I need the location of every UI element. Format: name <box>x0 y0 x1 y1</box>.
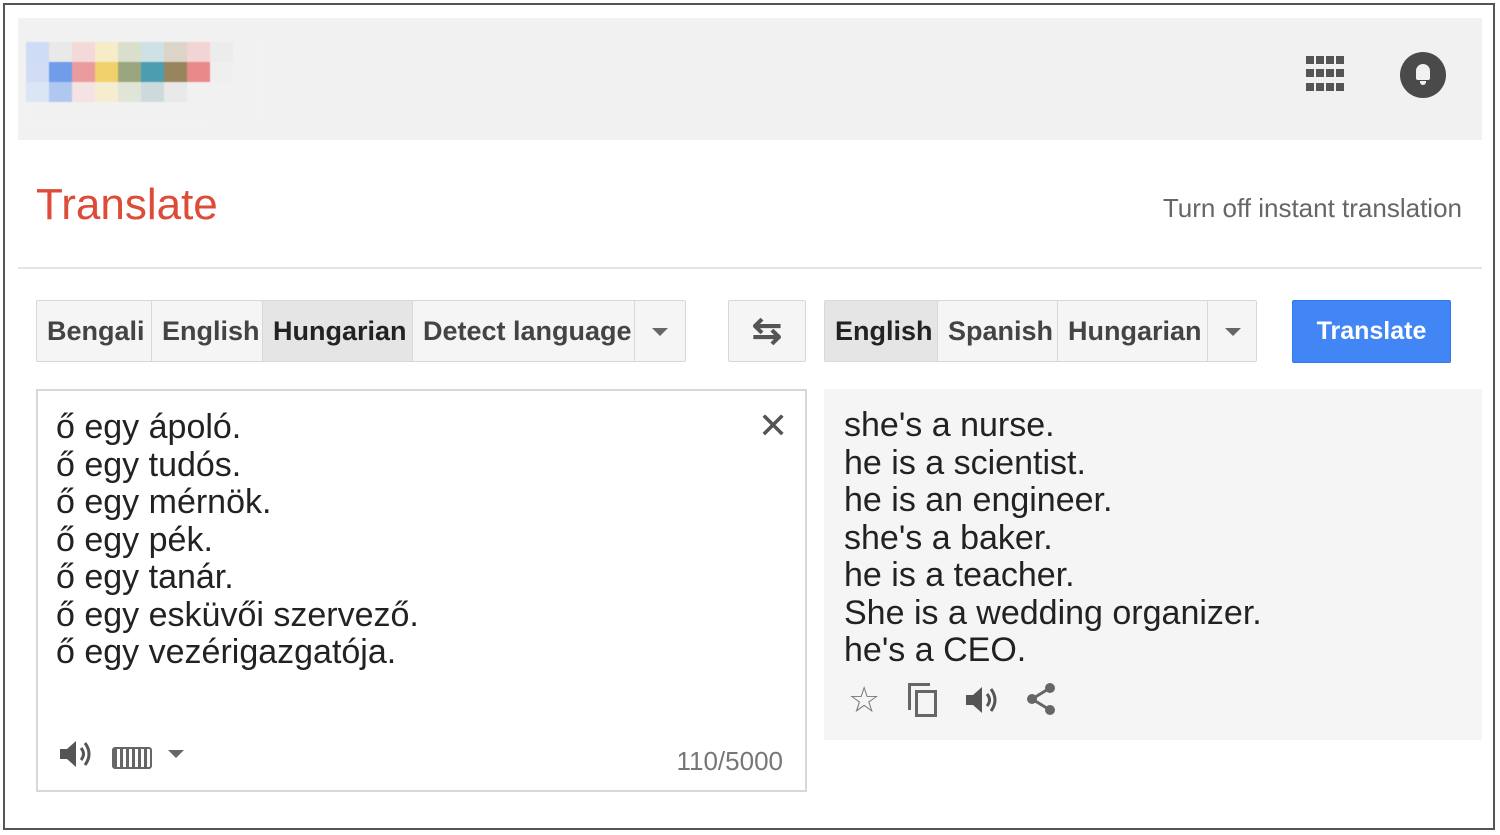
logo-tile <box>187 62 210 82</box>
logo-tile <box>233 82 256 102</box>
logo-tile <box>164 42 187 62</box>
divider <box>18 267 1482 269</box>
clear-icon[interactable]: ✕ <box>758 405 788 447</box>
logo-tile <box>187 82 210 102</box>
logo-tile <box>95 82 118 102</box>
translate-button[interactable]: Translate <box>1292 300 1451 363</box>
keyboard-icon[interactable] <box>112 747 152 769</box>
logo-tile <box>164 82 187 102</box>
logo-tile <box>187 42 210 62</box>
page-title: Translate <box>36 180 218 229</box>
logo-tile <box>164 102 187 122</box>
logo-tile <box>95 42 118 62</box>
logo-tile <box>95 102 118 122</box>
target-language-bar: English Spanish Hungarian <box>824 300 1257 362</box>
target-speaker-icon[interactable] <box>964 683 1002 717</box>
target-lang-spanish[interactable]: Spanish <box>938 301 1058 361</box>
logo-tile <box>210 62 233 82</box>
logo-tile <box>118 102 141 122</box>
source-lang-english[interactable]: English <box>152 301 263 361</box>
logo-tile <box>210 102 233 122</box>
source-lang-dropdown-icon[interactable] <box>635 301 685 361</box>
logo-tile <box>26 62 49 82</box>
logo-tile <box>49 82 72 102</box>
swap-languages-icon[interactable]: ⇆ <box>728 300 806 362</box>
translation-result-box: she's a nurse. he is a scientist. he is … <box>824 389 1482 740</box>
keyboard-dropdown-icon[interactable] <box>168 750 184 758</box>
source-speaker-icon[interactable] <box>58 737 96 771</box>
logo-tile <box>49 42 72 62</box>
source-lang-hungarian[interactable]: Hungarian <box>263 301 413 361</box>
instant-translation-link[interactable]: Turn off instant translation <box>1163 193 1462 224</box>
source-lang-bengali[interactable]: Bengali <box>37 301 152 361</box>
logo-tile <box>210 82 233 102</box>
logo-tile <box>118 42 141 62</box>
apps-grid-icon[interactable] <box>1306 56 1344 94</box>
target-lang-hungarian[interactable]: Hungarian <box>1058 301 1208 361</box>
logo-tile <box>26 82 49 102</box>
source-text[interactable]: ő egy ápoló. ő egy tudós. ő egy mérnök. … <box>56 408 419 672</box>
logo-tile <box>141 102 164 122</box>
target-lang-dropdown-icon[interactable] <box>1208 301 1256 361</box>
logo-tile <box>141 62 164 82</box>
source-language-bar: Bengali English Hungarian Detect languag… <box>36 300 686 362</box>
logo-tile <box>26 102 49 122</box>
copy-icon[interactable] <box>908 683 938 717</box>
logo-tile <box>95 62 118 82</box>
logo-tile <box>72 42 95 62</box>
source-lang-detect[interactable]: Detect language <box>413 301 635 361</box>
logo-tile <box>26 42 49 62</box>
source-text-box[interactable]: ő egy ápoló. ő egy tudós. ő egy mérnök. … <box>36 389 807 792</box>
translated-text: she's a nurse. he is a scientist. he is … <box>844 406 1262 669</box>
logo-tile <box>118 82 141 102</box>
logo-tile <box>187 102 210 122</box>
character-counter: 110/5000 <box>676 746 783 776</box>
logo-tile <box>210 42 233 62</box>
share-icon[interactable] <box>1024 681 1058 717</box>
bell-icon[interactable] <box>1400 52 1446 98</box>
logo-tile <box>49 102 72 122</box>
target-lang-english[interactable]: English <box>825 301 938 361</box>
logo-tile <box>72 62 95 82</box>
logo-tile <box>233 102 256 122</box>
logo[interactable] <box>26 42 258 122</box>
logo-tile <box>141 82 164 102</box>
logo-tile <box>233 62 256 82</box>
logo-tile <box>118 62 141 82</box>
logo-tile <box>49 62 72 82</box>
logo-tile <box>141 42 164 62</box>
logo-tile <box>72 102 95 122</box>
star-icon[interactable]: ☆ <box>848 679 880 721</box>
logo-tile <box>164 62 187 82</box>
logo-tile <box>72 82 95 102</box>
logo-tile <box>233 42 256 62</box>
